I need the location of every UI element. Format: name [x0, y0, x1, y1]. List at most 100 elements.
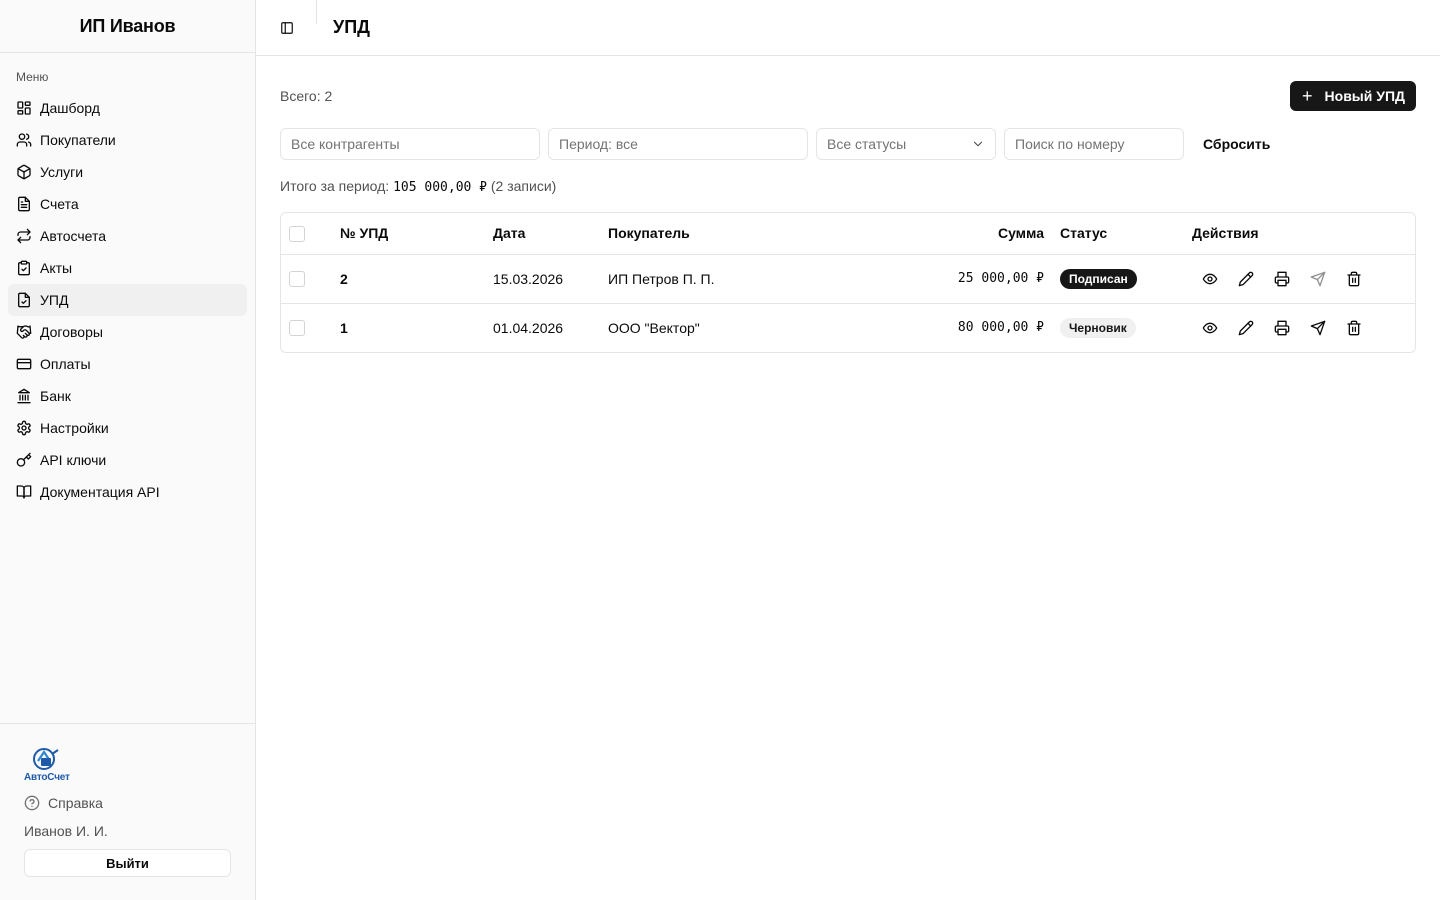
logo-mark-icon	[33, 748, 59, 770]
row-status-cell: Черновик	[1060, 303, 1188, 352]
sidebar-item-contracts[interactable]: Договоры	[8, 316, 247, 348]
period-filter[interactable]	[548, 128, 808, 160]
sidebar-item-acts[interactable]: Акты	[8, 252, 247, 284]
users-icon	[16, 132, 32, 148]
sidebar-item-buyers[interactable]: Покупатели	[8, 124, 247, 156]
document-icon	[16, 196, 32, 212]
panel-left-icon	[281, 21, 293, 34]
col-status: Статус	[1060, 213, 1188, 255]
sidebar-item-payments[interactable]: Оплаты	[8, 348, 247, 380]
table-row[interactable]: 1 01.04.2026 ООО "Вектор" 80 000,00 ₽ Че…	[281, 303, 1415, 352]
sidebar-item-autoinvoices[interactable]: Автосчета	[8, 220, 247, 252]
pencil-icon	[1238, 320, 1254, 336]
topbar-divider	[316, 0, 317, 24]
table-row[interactable]: 2 15.03.2026 ИП Петров П. П. 25 000,00 ₽…	[281, 254, 1415, 304]
sidebar-item-label: Услуги	[40, 164, 84, 180]
print-button[interactable]	[1264, 314, 1300, 342]
credit-card-icon	[16, 356, 32, 372]
row-status-cell: Подписан	[1060, 254, 1188, 304]
delete-button[interactable]	[1336, 265, 1372, 293]
sidebar-toggle-button[interactable]	[280, 21, 294, 35]
sidebar-item-invoices[interactable]: Счета	[8, 188, 247, 220]
eye-icon	[1202, 273, 1218, 284]
sidebar-item-label: Дашборд	[40, 100, 100, 116]
printer-icon	[1274, 320, 1290, 336]
plus-icon: +	[1302, 86, 1313, 106]
row-checkbox[interactable]	[289, 320, 305, 337]
status-select[interactable]: Все статусы	[816, 128, 996, 160]
upd-table: № УПД Дата Покупатель Сумма Статус Дейст…	[280, 212, 1416, 353]
print-button[interactable]	[1264, 265, 1300, 293]
pencil-icon	[1238, 271, 1254, 286]
select-all-checkbox[interactable]	[289, 225, 305, 242]
eye-icon	[1202, 322, 1218, 334]
row-select-cell	[281, 303, 340, 352]
row-date: 15.03.2026	[493, 254, 608, 304]
main-area: УПД Всего: 2 + Новый УПД Все статусы Сбр…	[256, 0, 1440, 900]
page-title: УПД	[333, 17, 370, 37]
view-button[interactable]	[1192, 314, 1228, 342]
dashboard-icon	[16, 100, 32, 116]
row-sum: 80 000,00 ₽	[957, 320, 1044, 336]
box-icon	[16, 164, 32, 180]
sidebar-item-label: Счета	[40, 196, 79, 212]
sidebar-item-label: API ключи	[40, 452, 107, 468]
view-button[interactable]	[1192, 265, 1228, 293]
sidebar-item-api-keys[interactable]: API ключи	[8, 444, 247, 476]
search-number-input[interactable]	[1004, 128, 1184, 160]
col-buyer[interactable]: Покупатель	[608, 213, 858, 255]
new-upd-button[interactable]: + Новый УПД	[1290, 81, 1416, 111]
company-title: ИП Иванов	[79, 15, 176, 36]
select-all-cell	[281, 213, 340, 255]
sidebar-item-label: Акты	[40, 260, 73, 276]
repeat-icon	[16, 228, 32, 244]
toolbar-row: Всего: 2 + Новый УПД	[280, 81, 1416, 111]
summary-prefix: Итого за период:	[280, 178, 390, 194]
sidebar-item-label: Автосчета	[40, 228, 107, 244]
filters-row: Все статусы Сбросить	[280, 128, 1416, 160]
logo-text: АвтоСчет	[24, 772, 70, 783]
col-date[interactable]: Дата	[493, 213, 608, 255]
user-name: Иванов И. И.	[24, 823, 108, 839]
sidebar-item-label: Покупатели	[40, 132, 116, 148]
sidebar: ИП Иванов Меню Дашборд Покупатели Услуги	[0, 0, 256, 900]
bank-icon	[16, 388, 32, 404]
row-checkbox[interactable]	[289, 271, 305, 287]
table-header-row: № УПД Дата Покупатель Сумма Статус Дейст…	[281, 213, 1415, 255]
logout-button[interactable]: Выйти	[24, 849, 231, 877]
sidebar-item-bank[interactable]: Банк	[8, 380, 247, 412]
col-number[interactable]: № УПД	[340, 213, 493, 255]
row-actions	[1188, 303, 1415, 352]
send-icon	[1310, 271, 1326, 286]
help-circle-icon	[24, 795, 40, 811]
sidebar-item-settings[interactable]: Настройки	[8, 412, 247, 444]
row-select-cell	[281, 254, 340, 304]
help-link[interactable]: Справка	[24, 795, 231, 811]
summary-amount: 105 000,00 ₽	[393, 180, 487, 195]
status-badge: Черновик	[1060, 317, 1136, 338]
chevron-down-icon	[973, 141, 983, 147]
edit-button[interactable]	[1228, 314, 1264, 342]
key-icon	[16, 452, 32, 468]
col-actions: Действия	[1188, 213, 1415, 255]
sidebar-item-dashboard[interactable]: Дашборд	[8, 92, 247, 124]
sidebar-item-services[interactable]: Услуги	[8, 156, 247, 188]
row-buyer: ООО "Вектор"	[608, 319, 700, 336]
sidebar-item-label: Документация API	[40, 484, 160, 500]
total-count: Всего: 2	[280, 88, 333, 104]
sidebar-item-upd[interactable]: УПД	[8, 284, 247, 316]
col-sum[interactable]: Сумма	[858, 213, 1060, 255]
row-number: 2	[340, 254, 493, 304]
reset-button[interactable]: Сбросить	[1192, 136, 1281, 152]
help-label: Справка	[48, 795, 103, 811]
app-logo[interactable]: АвтоСчет	[24, 746, 84, 783]
send-button[interactable]	[1300, 314, 1336, 342]
row-buyer: ИП Петров П. П.	[608, 254, 858, 304]
sidebar-item-api-docs[interactable]: Документация API	[8, 476, 247, 508]
contractors-filter[interactable]	[280, 128, 540, 160]
delete-button[interactable]	[1336, 314, 1372, 342]
edit-button[interactable]	[1228, 265, 1264, 293]
status-select-value: Все статусы	[827, 136, 907, 152]
gear-icon	[16, 420, 32, 436]
send-button[interactable]	[1300, 265, 1336, 293]
